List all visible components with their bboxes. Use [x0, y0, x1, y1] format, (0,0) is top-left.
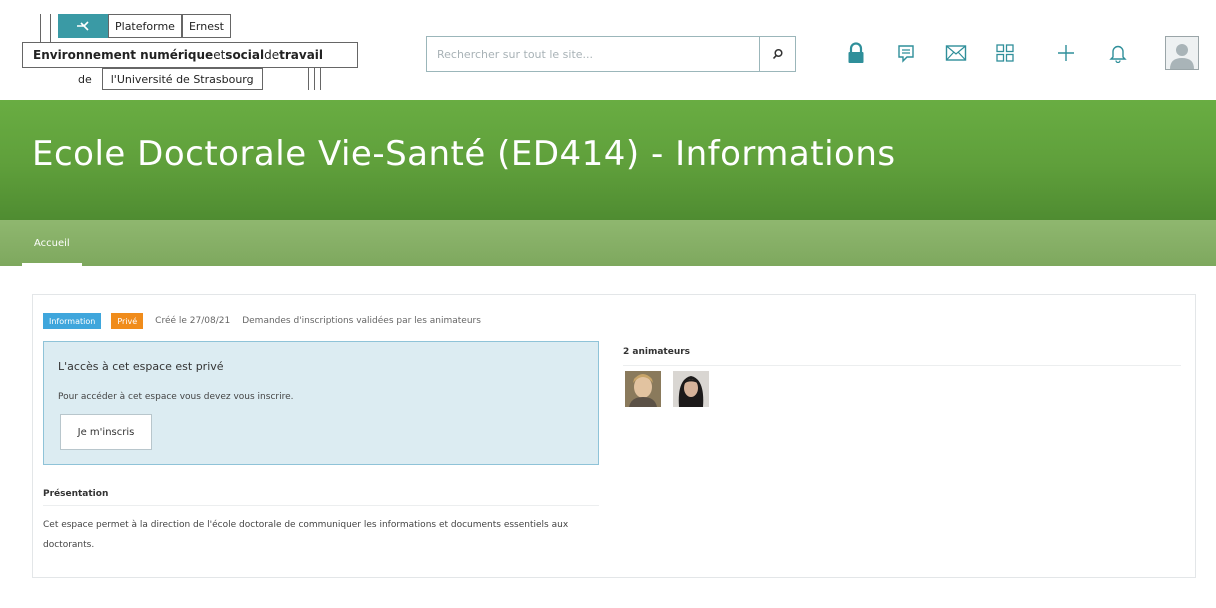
lock-icon[interactable]: [844, 40, 868, 66]
logo-rule: [314, 68, 315, 90]
subscription-note: Demandes d'inscriptions validées par les…: [242, 316, 481, 326]
divider: [623, 365, 1181, 366]
animator-avatar[interactable]: [673, 371, 709, 407]
search-button[interactable]: [759, 37, 795, 71]
presentation-text: Cet espace permet à la direction de l'éc…: [43, 520, 569, 550]
created-date: Créé le 27/08/21: [155, 316, 231, 326]
access-text: Pour accéder à cet espace vous devez vou…: [58, 392, 294, 402]
tab-accueil[interactable]: Accueil: [22, 220, 82, 266]
logo-rule: [320, 68, 321, 90]
page-title: Ecole Doctorale Vie-Santé (ED414) - Info…: [32, 134, 896, 174]
logo-text-ernest: Ernest: [181, 14, 231, 38]
site-search: [426, 36, 796, 72]
logo-university: de l'Université de Strasbourg: [78, 68, 263, 90]
site-header: Plateforme Ernest Environnement numériqu…: [0, 0, 1216, 100]
logo-rule: [308, 68, 309, 90]
user-avatar-icon[interactable]: [1165, 36, 1199, 70]
access-notice: L'accès à cet espace est privé Pour accé…: [43, 341, 599, 465]
logo-mark-icon: [58, 14, 108, 38]
logo-tagline: Environnement numérique et social de tra…: [22, 42, 358, 68]
visibility-badge: Privé: [111, 313, 144, 329]
access-title: L'accès à cet espace est privé: [58, 360, 224, 373]
space-navbar: Accueil: [0, 220, 1216, 266]
type-badge: Information: [43, 313, 102, 329]
plus-icon[interactable]: [1054, 40, 1078, 66]
subscribe-button[interactable]: Je m'inscris: [60, 414, 152, 450]
logo-rule: [50, 14, 51, 42]
animator-avatar[interactable]: [625, 371, 661, 407]
space-banner: Ecole Doctorale Vie-Santé (ED414) - Info…: [0, 100, 1216, 220]
bell-icon[interactable]: [1106, 40, 1130, 66]
presentation-title: Présentation: [43, 489, 109, 499]
logo-rule: [40, 14, 41, 42]
space-meta: Information Privé Créé le 27/08/21 Deman…: [43, 313, 481, 329]
apps-grid-icon[interactable]: [993, 40, 1017, 66]
search-icon: [772, 45, 784, 64]
search-input[interactable]: [427, 37, 759, 71]
logo-text-plateforme: Plateforme: [108, 14, 182, 38]
space-info-card: Information Privé Créé le 27/08/21 Deman…: [32, 294, 1196, 578]
mail-icon[interactable]: [944, 40, 968, 66]
chat-icon[interactable]: [894, 40, 918, 66]
animators-title: 2 animateurs: [623, 347, 691, 357]
divider: [43, 505, 599, 506]
